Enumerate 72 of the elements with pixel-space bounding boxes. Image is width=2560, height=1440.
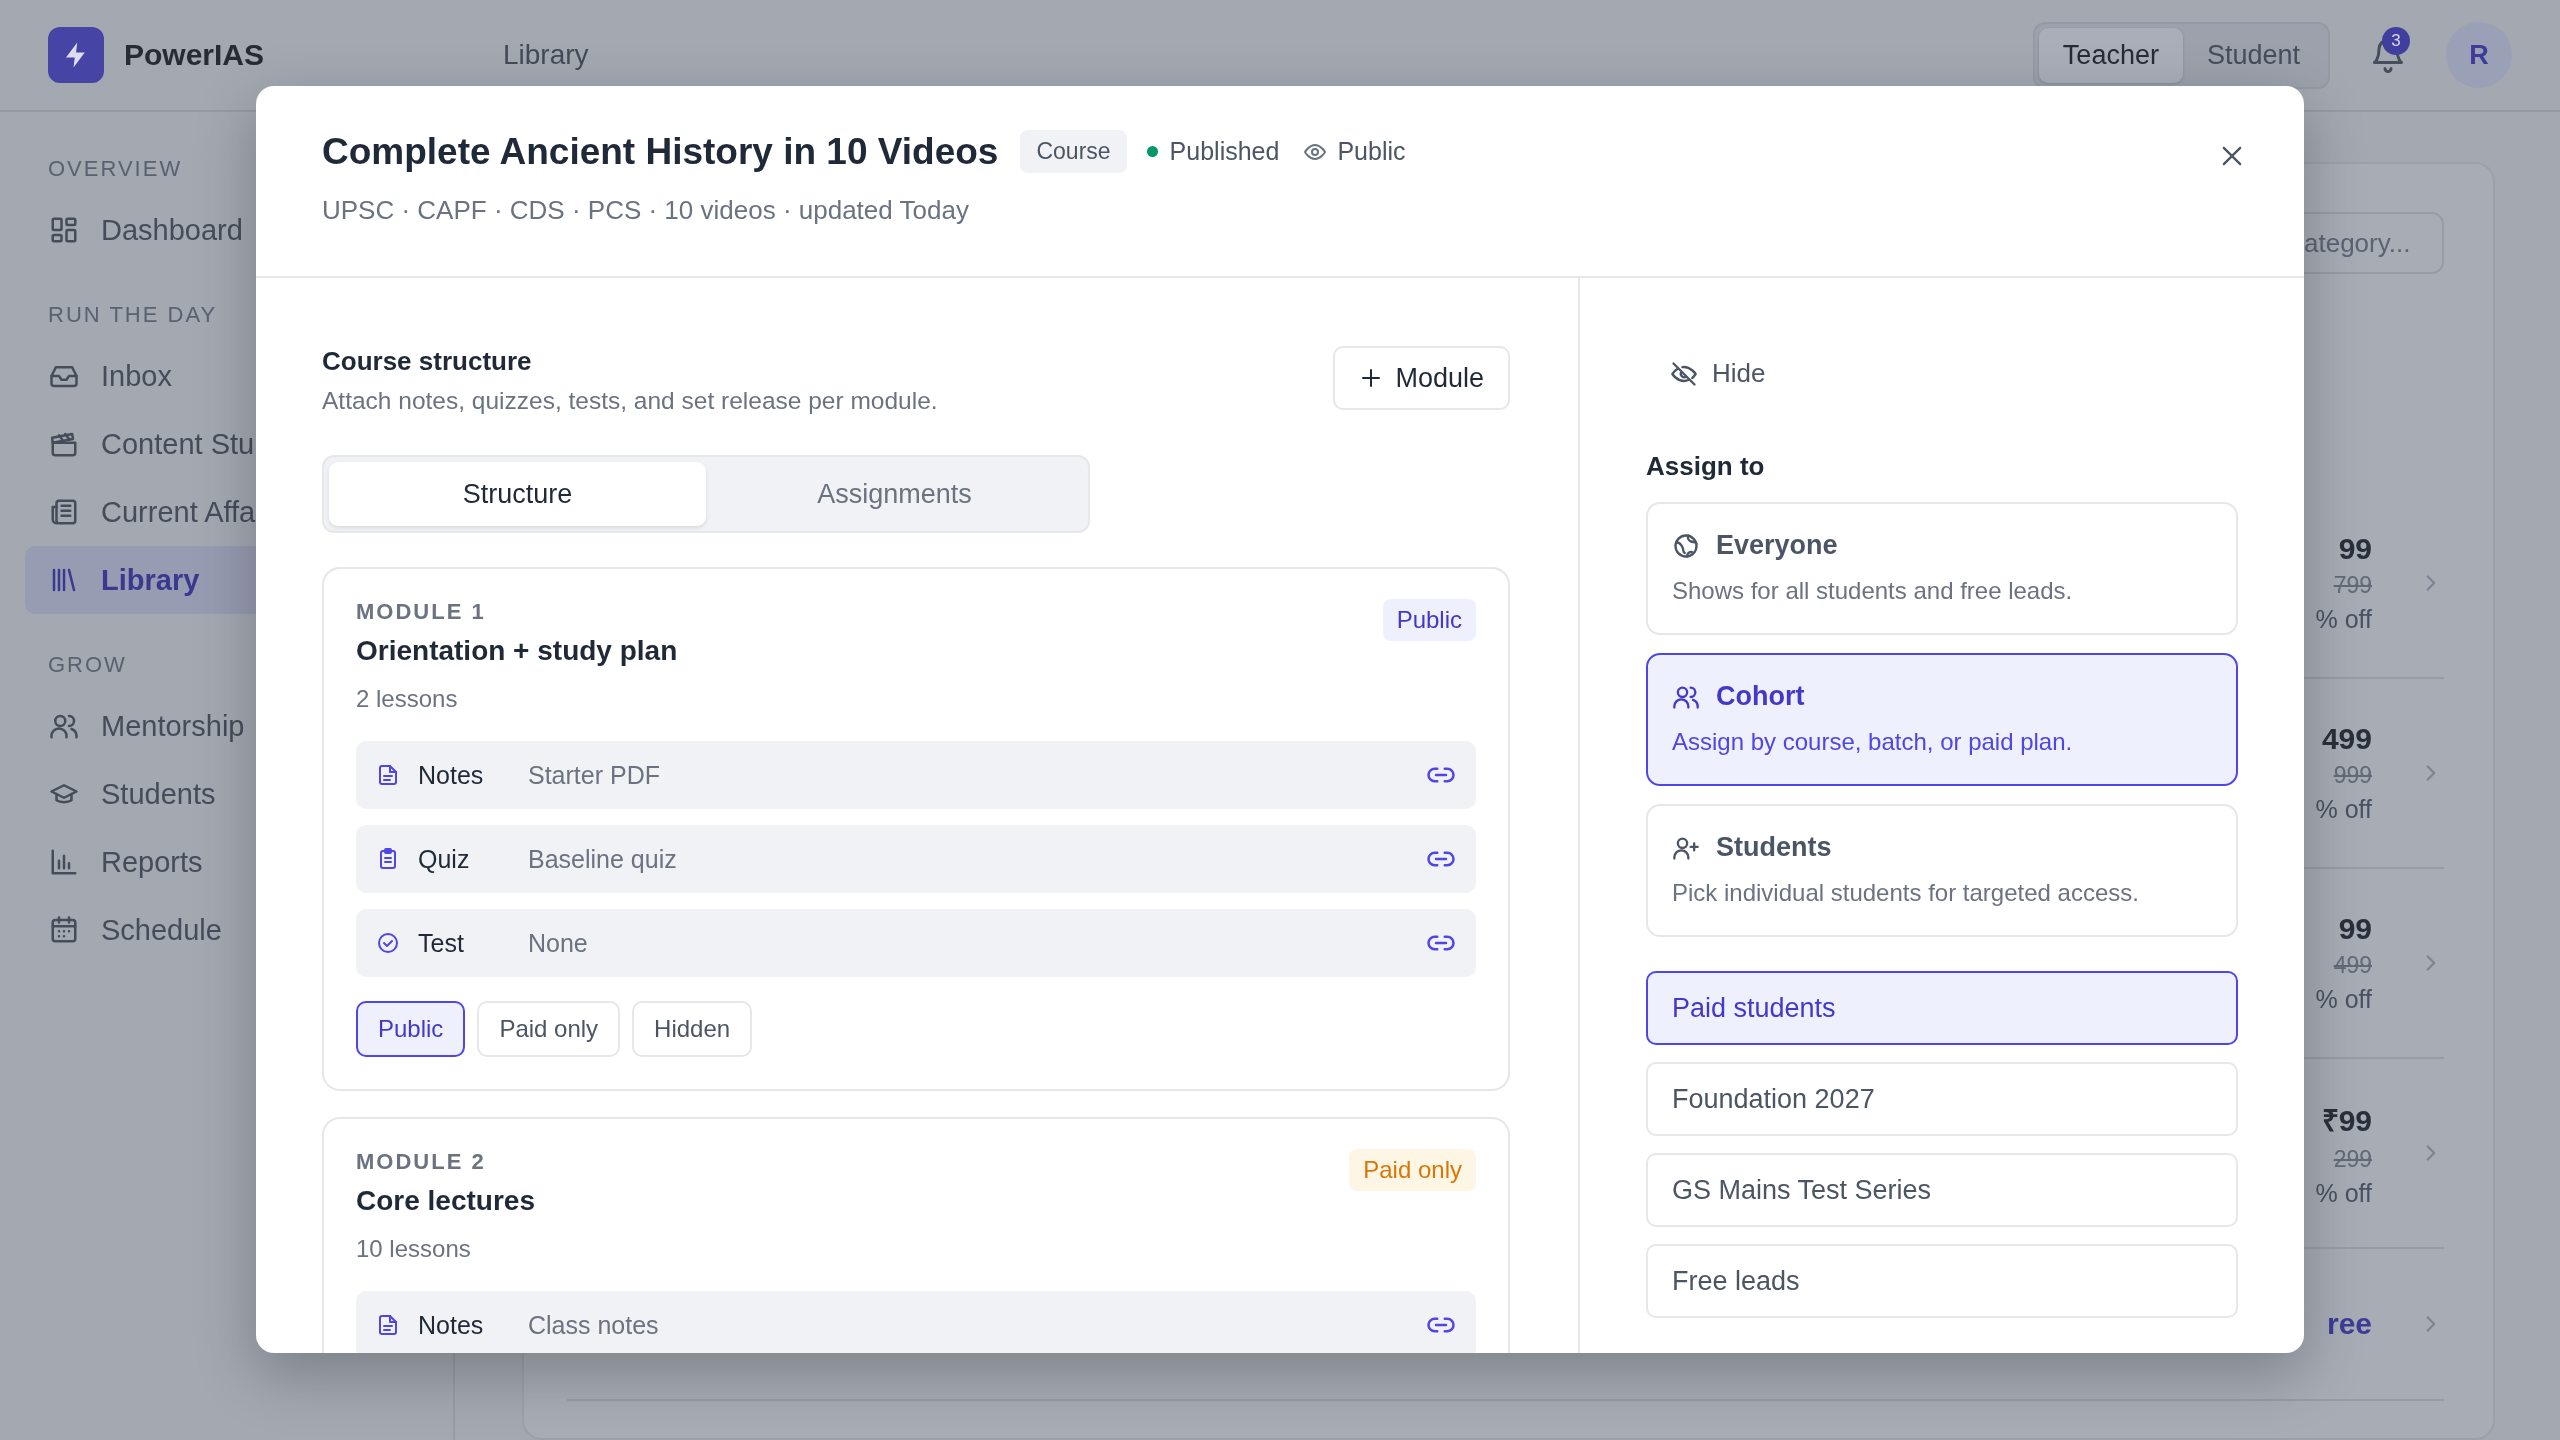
audience-option[interactable]: Cohort Assign by course, batch, or paid plan. xyxy=(1646,653,2238,786)
discount: % off xyxy=(2315,795,2372,824)
section-heading: OVERVIEW xyxy=(47,155,183,183)
old-price: 999 xyxy=(2333,762,2372,789)
app-name: PowerIAS xyxy=(124,38,266,72)
add-module-button[interactable]: Module xyxy=(1333,346,1510,410)
check-circle-icon xyxy=(376,931,400,955)
attachment-row[interactable]: Quiz Baseline quiz xyxy=(356,825,1476,893)
old-price: 499 xyxy=(2333,952,2372,979)
attachment-type: Test xyxy=(418,928,465,958)
attachment-type: Quiz xyxy=(418,844,471,874)
role-tab[interactable]: Teacher xyxy=(2038,27,2183,83)
globe-icon xyxy=(1672,531,1700,560)
page-title: Library xyxy=(503,39,589,71)
course-meta: UPSC · CAPF · CDS · PCS · 10 videos · updated Today xyxy=(322,195,970,226)
attachment-type: Notes xyxy=(418,760,485,790)
price: 499 xyxy=(2321,722,2372,756)
access-tag: Public xyxy=(1382,599,1476,641)
discount: % off xyxy=(2315,1178,2372,1208)
old-price: 799 xyxy=(2333,572,2372,599)
attachment-row[interactable]: Notes Class notes xyxy=(356,1291,1476,1353)
attachment-value: Baseline quiz xyxy=(528,844,678,874)
old-price: 299 xyxy=(2333,1145,2372,1173)
release-option[interactable]: Paid only xyxy=(477,1001,621,1057)
status-label: Published xyxy=(1169,137,1280,166)
release-option[interactable]: Public xyxy=(356,1001,466,1057)
price: ₹99 xyxy=(2321,1102,2372,1139)
attachment-row[interactable]: Notes Starter PDF xyxy=(356,741,1476,809)
calendar-icon xyxy=(49,915,79,945)
attachment-type: Notes xyxy=(418,1310,485,1340)
cohort-option[interactable]: Foundation 2027 xyxy=(1646,1062,2238,1136)
lesson-count: 10 lessons xyxy=(356,1235,472,1263)
attachment-value: Class notes xyxy=(528,1310,660,1340)
newspaper-icon xyxy=(49,497,79,527)
notification-badge: 3 xyxy=(2382,27,2410,55)
section-heading: RUN THE DAY xyxy=(47,301,218,329)
release-option[interactable]: Hidden xyxy=(632,1001,753,1057)
section-title: Course structure xyxy=(322,346,533,377)
view-tab[interactable]: Structure xyxy=(329,462,706,526)
module-title: Orientation + study plan xyxy=(356,635,678,667)
status-dot xyxy=(1146,146,1158,157)
module-label: MODULE 2 xyxy=(356,1149,487,1175)
attachment-value: None xyxy=(528,928,589,958)
audience-option[interactable]: Students Pick individual students for targeted access. xyxy=(1646,804,2238,937)
user-avatar[interactable]: R xyxy=(2446,22,2512,88)
cohort-option[interactable]: GS Mains Test Series xyxy=(1646,1153,2238,1227)
section-heading: GROW xyxy=(47,651,127,679)
discount: % off xyxy=(2315,985,2372,1014)
document-icon xyxy=(376,763,400,787)
cohort-option[interactable]: Free leads xyxy=(1646,1244,2238,1318)
module-title: Core lectures xyxy=(356,1185,535,1217)
view-tab[interactable]: Assignments xyxy=(706,462,1083,526)
hide-button[interactable]: Hide xyxy=(1646,358,1766,389)
attachment-value: Starter PDF xyxy=(528,760,661,790)
cohort-option[interactable]: Paid students xyxy=(1646,971,2238,1045)
bar-chart-icon xyxy=(49,847,79,877)
audience-option[interactable]: Everyone Shows for all students and free leads. xyxy=(1646,502,2238,635)
grid-icon xyxy=(49,215,79,245)
price: 99 xyxy=(2338,912,2372,946)
lesson-count: 2 lessons xyxy=(356,685,459,713)
logo-icon xyxy=(48,27,104,83)
document-icon xyxy=(376,1313,400,1337)
price: 99 xyxy=(2338,532,2372,566)
assign-heading: Assign to xyxy=(1646,451,1766,482)
access-tag: Paid only xyxy=(1349,1149,1476,1191)
attachment-row[interactable]: Test None xyxy=(356,909,1476,977)
eye-off-icon xyxy=(1670,359,1698,388)
price: ree xyxy=(2326,1307,2372,1341)
type-tag: Course xyxy=(1020,130,1127,173)
dialog-title: Complete Ancient History in 10 Videos xyxy=(322,130,999,173)
discount: % off xyxy=(2315,605,2372,634)
visibility-label: Public xyxy=(1337,137,1406,166)
